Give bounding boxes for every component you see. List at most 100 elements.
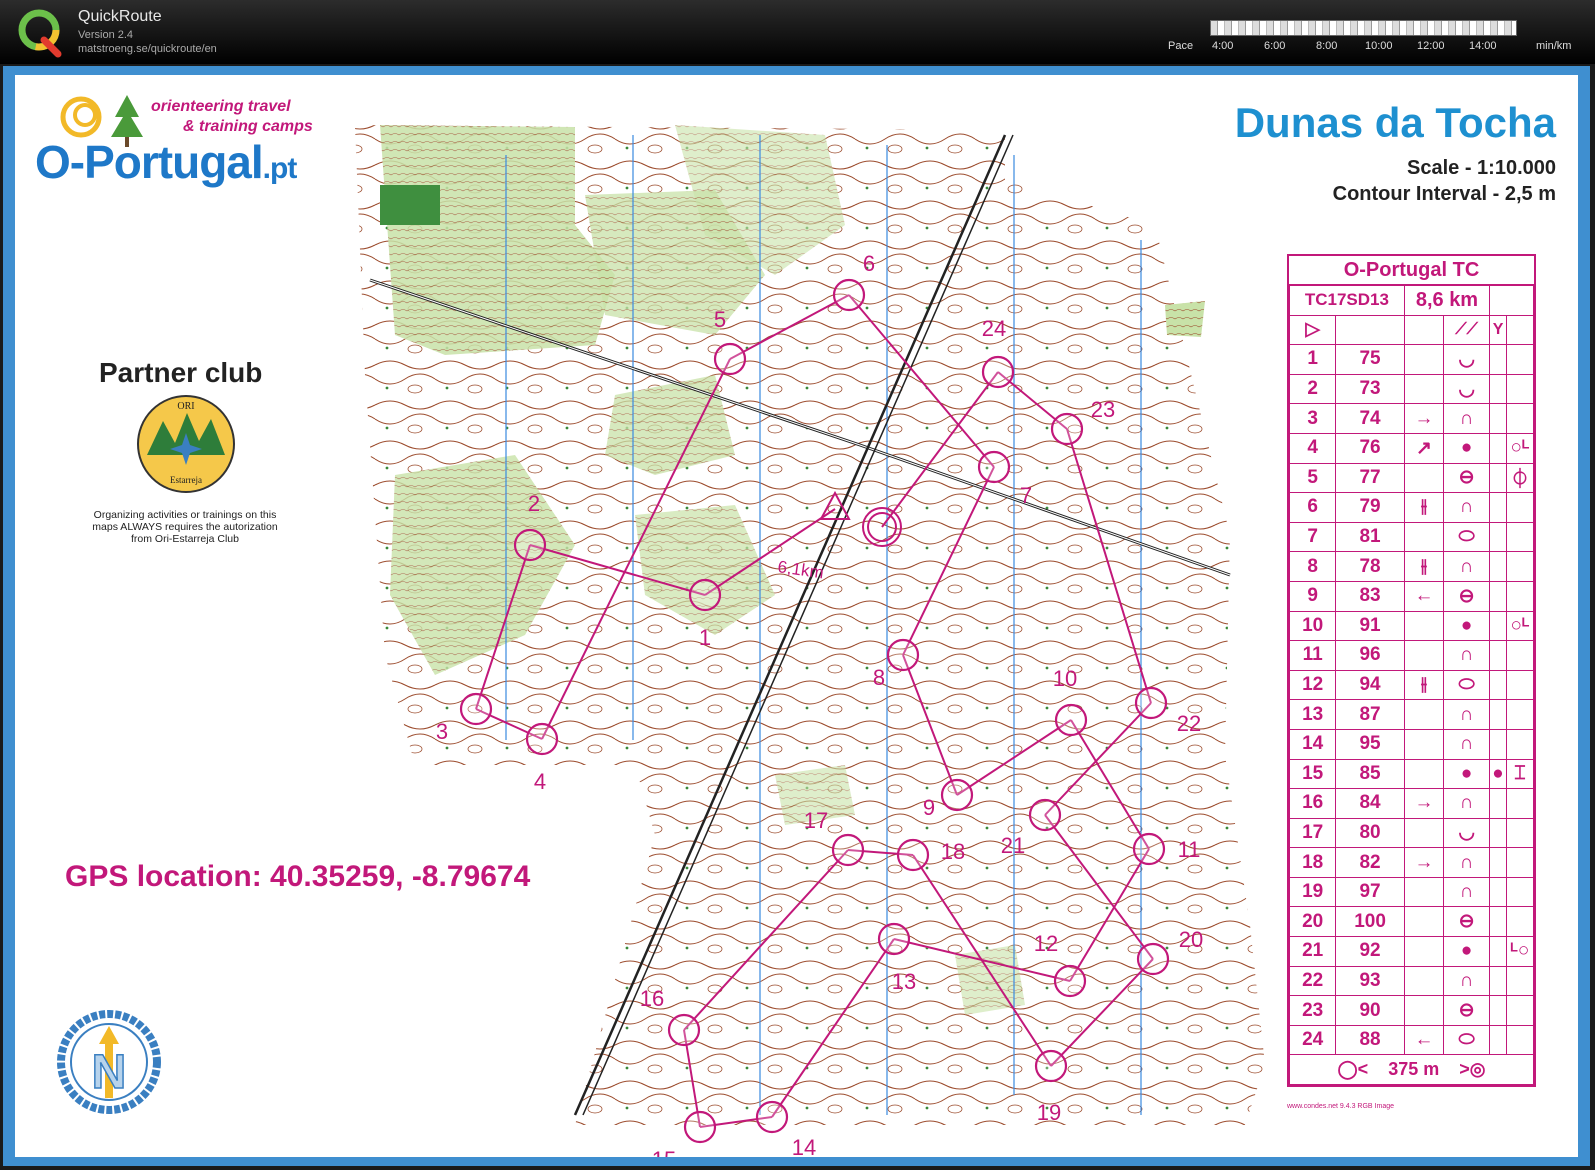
description-symbol: ○ᴸ	[1505, 610, 1535, 642]
control-code: 76	[1335, 432, 1405, 464]
control-code: 77	[1335, 462, 1405, 494]
description-symbol: ●	[1489, 758, 1507, 790]
control-seq: 23	[1288, 995, 1337, 1026]
control-description-sheet: O-Portugal TC TC17SD13 8,6 km ▷ ⟋⟋ Y 1 75…	[1287, 254, 1536, 1088]
description-symbol	[1489, 728, 1507, 760]
path-symbol-icon: ⟋⟋	[1443, 314, 1491, 346]
control-circle[interactable]	[977, 450, 1011, 484]
app-url[interactable]: matstroeng.se/quickroute/en	[78, 43, 217, 55]
control-circle[interactable]	[459, 692, 493, 726]
description-symbol: ●	[1443, 610, 1491, 642]
description-row: 7 81 ⬭	[1288, 521, 1535, 553]
control-circle[interactable]	[886, 638, 920, 672]
control-circle[interactable]	[667, 1013, 701, 1047]
control-seq: 10	[1288, 610, 1337, 642]
description-row: 19 97 ∩	[1288, 876, 1535, 908]
control-seq: 21	[1288, 936, 1337, 967]
finish-row: ◯< 375 m >◎	[1289, 1054, 1534, 1086]
description-symbol	[1489, 699, 1507, 730]
control-code: 78	[1335, 551, 1405, 582]
description-symbol	[1489, 640, 1507, 671]
control-circle[interactable]	[713, 342, 747, 376]
control-circle[interactable]	[1136, 942, 1170, 976]
description-symbol	[1403, 758, 1445, 790]
app-header: QuickRoute Version 2.4 matstroeng.se/qui…	[0, 0, 1595, 64]
control-number: 24	[982, 316, 1006, 341]
description-symbol	[1489, 1024, 1507, 1056]
control-number: 23	[1091, 397, 1115, 422]
control-circle[interactable]	[877, 922, 911, 956]
control-circle[interactable]	[1034, 1049, 1068, 1083]
description-symbol: ᴸ○	[1505, 936, 1535, 967]
control-circle[interactable]	[940, 778, 974, 812]
pace-tick: 10:00	[1365, 40, 1393, 52]
description-blank	[1489, 285, 1534, 316]
finish-icon: >◎	[1459, 1059, 1486, 1080]
control-seq: 1	[1288, 344, 1337, 375]
description-symbol	[1505, 965, 1535, 997]
control-circle[interactable]	[896, 838, 930, 872]
control-circle[interactable]	[1134, 686, 1168, 720]
control-circle[interactable]	[755, 1100, 789, 1134]
control-circle[interactable]	[1054, 703, 1088, 737]
control-code: 84	[1335, 788, 1405, 819]
control-code: 100	[1335, 906, 1405, 938]
description-symbol: ∩	[1443, 699, 1491, 730]
description-symbol	[1505, 580, 1535, 612]
description-symbol	[1505, 876, 1535, 908]
control-circle[interactable]	[981, 355, 1015, 389]
description-symbol: ⊖	[1443, 462, 1491, 494]
description-symbol	[1403, 521, 1445, 553]
description-symbol	[1403, 462, 1445, 494]
control-code: 95	[1335, 728, 1405, 760]
control-circle[interactable]	[1028, 798, 1062, 832]
description-symbol	[1403, 965, 1445, 997]
description-symbol	[1403, 906, 1445, 938]
description-event: O-Portugal TC	[1289, 256, 1534, 285]
control-circle[interactable]	[1053, 964, 1087, 998]
description-row: 3 74 → ∩	[1288, 403, 1535, 434]
control-circle[interactable]	[1050, 412, 1084, 446]
description-symbol	[1403, 640, 1445, 671]
pace-scale-bar[interactable]	[1210, 20, 1517, 36]
description-symbol	[1403, 817, 1445, 849]
control-number: 1	[699, 625, 711, 650]
control-code: 92	[1335, 936, 1405, 967]
control-circle[interactable]	[683, 1110, 717, 1144]
control-seq: 15	[1288, 758, 1337, 790]
description-symbol	[1489, 995, 1507, 1026]
description-symbol: ∩	[1443, 728, 1491, 760]
control-circle[interactable]	[525, 722, 559, 756]
description-symbol	[1403, 876, 1445, 908]
map-paper[interactable]: orienteering travel & training camps O-P…	[15, 75, 1578, 1157]
description-symbol	[1489, 580, 1507, 612]
description-row: 2 73 ◡	[1288, 373, 1535, 405]
control-seq: 19	[1288, 876, 1337, 908]
control-seq: 3	[1288, 403, 1337, 434]
control-seq: 5	[1288, 462, 1337, 494]
pace-label: Pace	[1168, 40, 1194, 52]
description-symbol	[1505, 906, 1535, 938]
description-course: TC17SD13	[1289, 285, 1405, 316]
description-symbol	[1489, 965, 1507, 997]
control-number: 14	[792, 1135, 816, 1157]
control-circle[interactable]	[513, 528, 547, 562]
description-symbol: →	[1403, 403, 1445, 434]
description-symbol: ↗	[1403, 432, 1445, 464]
description-symbol	[1489, 906, 1507, 938]
control-code: 82	[1335, 847, 1405, 878]
control-seq: 18	[1288, 847, 1337, 878]
control-circle[interactable]	[832, 278, 866, 312]
control-number: 10	[1053, 666, 1077, 691]
control-circle[interactable]	[1132, 832, 1166, 866]
control-number: 17	[804, 808, 828, 833]
description-row: 6 79 ⫲ ∩	[1288, 492, 1535, 523]
control-number: 6	[863, 251, 875, 276]
description-symbol	[1505, 847, 1535, 878]
control-circle[interactable]	[831, 833, 865, 867]
control-circle[interactable]	[688, 578, 722, 612]
pace-tick: 8:00	[1316, 40, 1338, 52]
description-row: 17 80 ◡	[1288, 817, 1535, 849]
description-symbol	[1505, 521, 1535, 553]
pace-tick: 12:00	[1417, 40, 1445, 52]
